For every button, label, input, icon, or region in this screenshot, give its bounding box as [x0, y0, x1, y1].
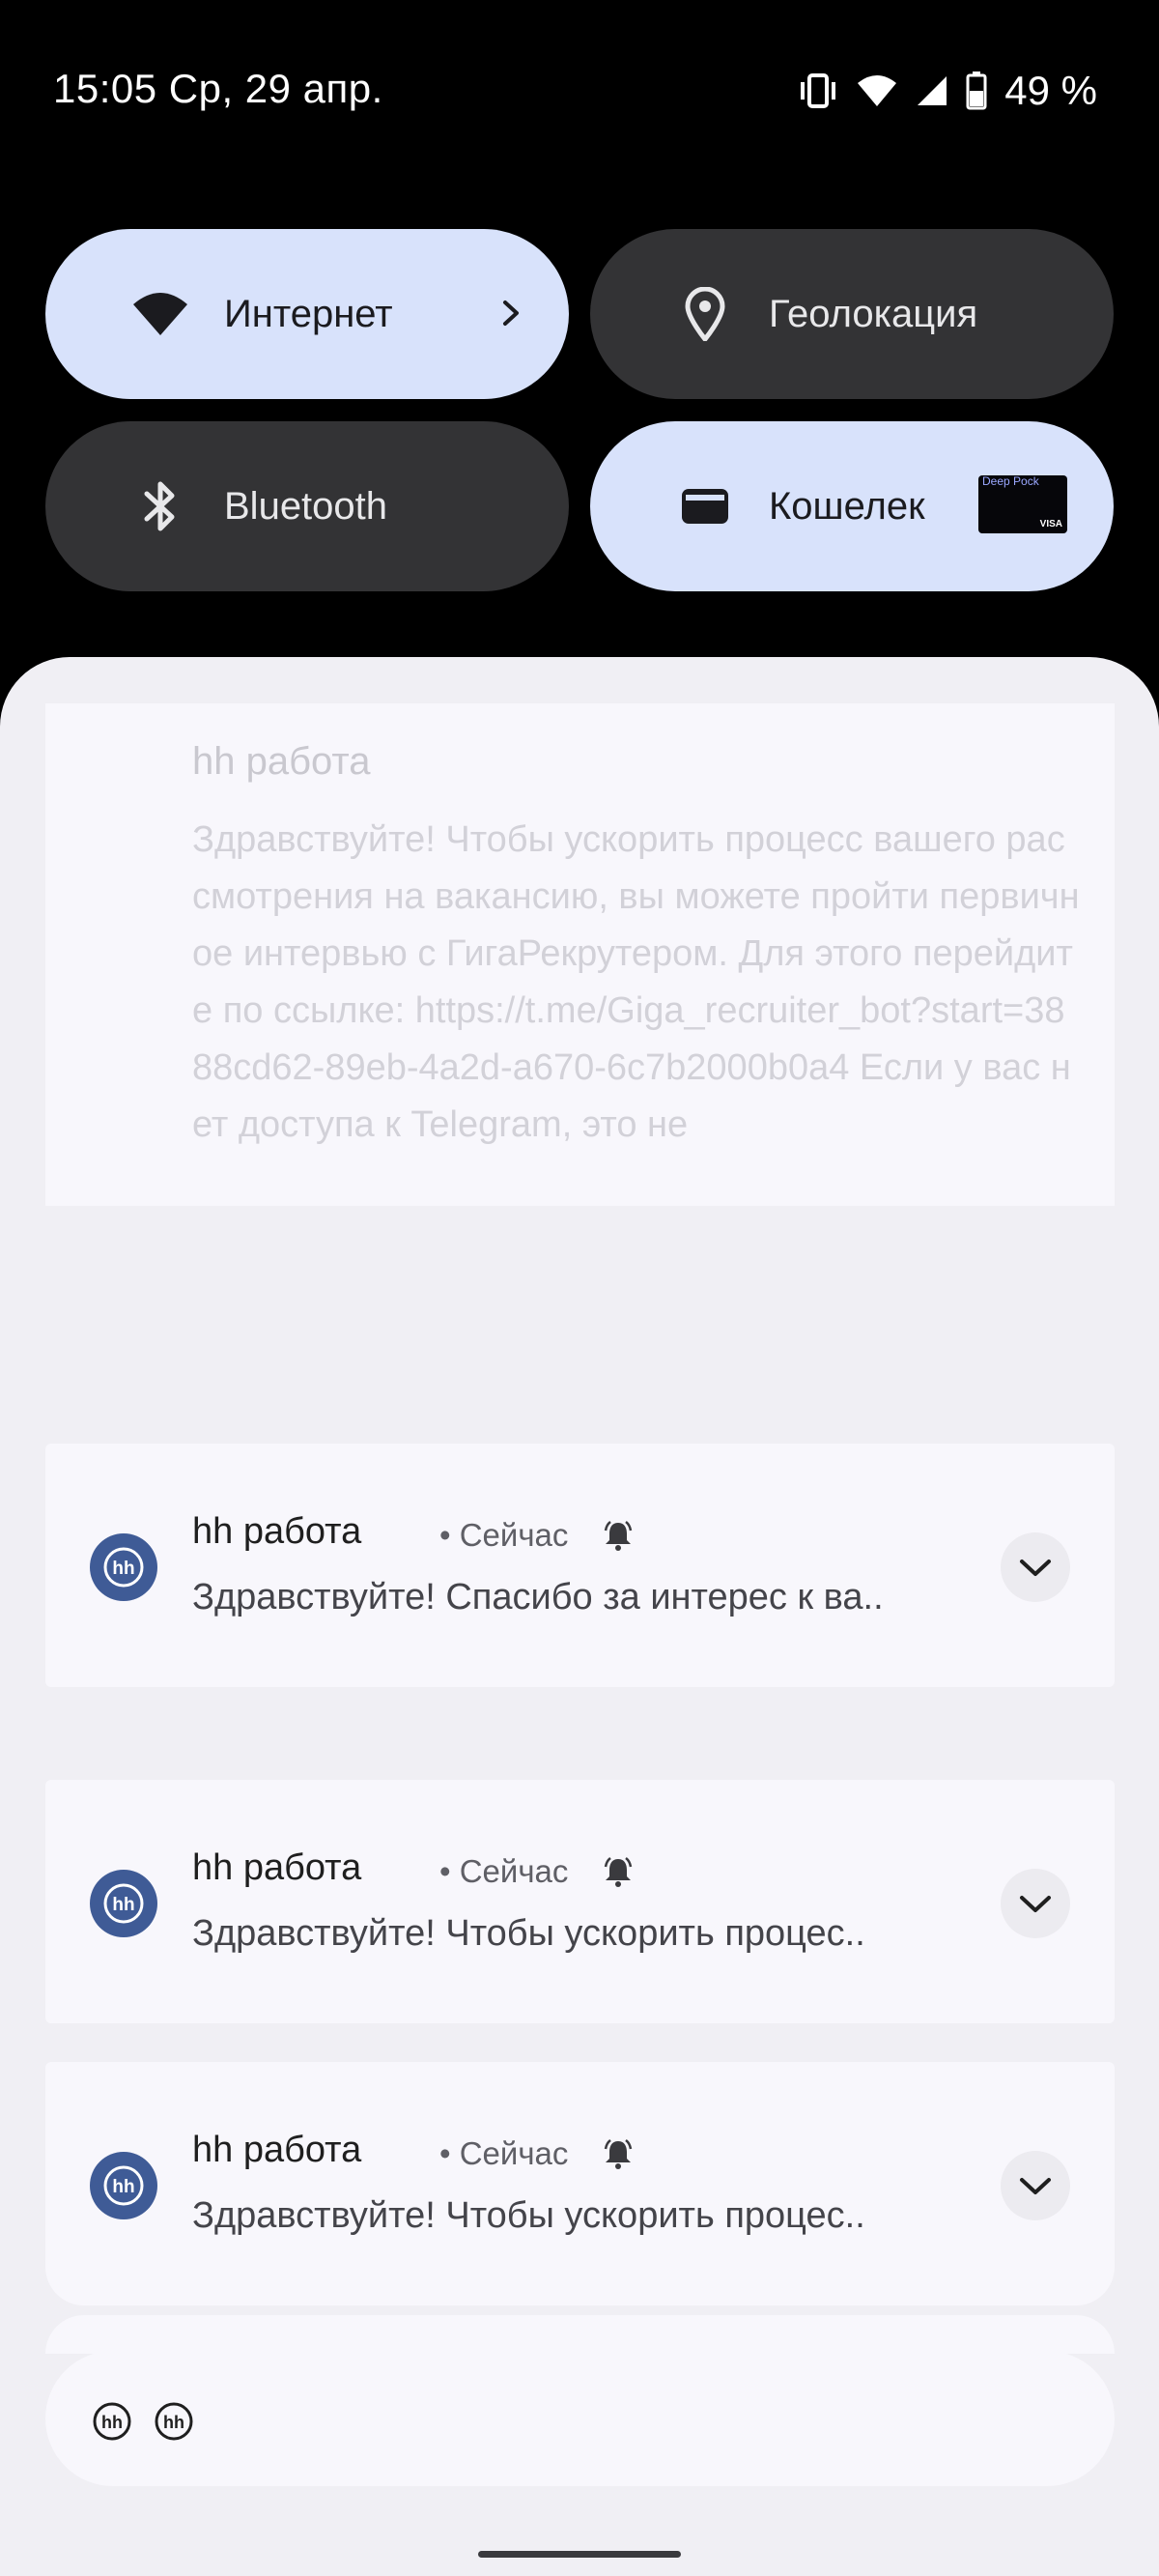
location-pin-icon — [676, 285, 734, 343]
wifi-icon — [131, 285, 189, 343]
notification-time: • Сейчас — [439, 1517, 569, 1553]
status-bar: 15:05 Ср, 29 апр. 49 % — [0, 0, 1159, 184]
expand-chevron-button[interactable] — [1001, 2151, 1070, 2220]
wallet-card-thumbnail: Deep Pock VISA — [978, 475, 1067, 533]
bell-alert-icon — [602, 1855, 635, 1893]
tile-bluetooth[interactable]: Bluetooth — [45, 421, 569, 591]
hh-icon: hh — [92, 2401, 132, 2442]
tile-internet[interactable]: Интернет — [45, 229, 569, 399]
stacked-notification-peek[interactable] — [45, 2315, 1115, 2354]
svg-text:hh: hh — [112, 1895, 134, 1915]
expanded-notification-faded[interactable]: hh работа Здравствуйте! Чтобы ускорить п… — [45, 703, 1115, 1206]
notification-text: Здравствуйте! Чтобы ускорить процес.. — [192, 2195, 865, 2236]
visa-logo: VISA — [1039, 519, 1062, 530]
status-time-date: 15:05 Ср, 29 апр. — [53, 66, 383, 111]
hh-icon: hh — [154, 2401, 194, 2442]
tile-label: Интернет — [224, 292, 393, 335]
notification-app-name: hh работа — [192, 1511, 362, 1552]
battery-icon — [966, 72, 987, 110]
wallet-card-art-text: Deep Pock — [982, 475, 1039, 488]
hh-app-icon: hh — [90, 1533, 157, 1601]
hh-app-icon: hh — [90, 2152, 157, 2219]
battery-percent: 49 % — [1004, 68, 1097, 113]
expand-chevron-button[interactable] — [1001, 1869, 1070, 1938]
expand-chevron-button[interactable] — [1001, 1532, 1070, 1602]
svg-text:hh: hh — [101, 2413, 123, 2432]
svg-text:hh: hh — [112, 1559, 134, 1579]
tile-label: Bluetooth — [224, 484, 388, 528]
bell-alert-icon — [602, 2137, 635, 2175]
vibrate-icon — [798, 72, 838, 109]
notification-app-name: hh работа — [192, 1847, 362, 1888]
notification-time: • Сейчас — [439, 1853, 569, 1889]
cell-signal-icon — [916, 74, 948, 107]
notification-item[interactable]: hh hh работа • Сейчас Здравствуйте! Чтоб… — [45, 1780, 1115, 2023]
bluetooth-icon — [131, 477, 189, 535]
chevron-right-icon[interactable] — [499, 289, 523, 342]
svg-text:hh: hh — [112, 2177, 134, 2197]
notification-item[interactable]: hh hh работа • Сейчас Здравствуйте! Спас… — [45, 1444, 1115, 1687]
notification-body: Здравствуйте! Чтобы ускорить процесс ваш… — [192, 819, 1080, 1145]
notification-time: • Сейчас — [439, 2135, 569, 2171]
notification-app-name: hh работа — [192, 740, 371, 783]
status-icons: 49 % — [798, 66, 1097, 116]
notification-app-name: hh работа — [192, 2130, 362, 2170]
notification-text: Здравствуйте! Спасибо за интерес к ва.. — [192, 1577, 884, 1617]
home-gesture-bar[interactable] — [478, 2551, 681, 2558]
tile-label: Геолокация — [769, 292, 978, 335]
tile-label: Кошелек — [769, 484, 925, 528]
svg-text:hh: hh — [163, 2413, 184, 2432]
notification-text: Здравствуйте! Чтобы ускорить процес.. — [192, 1913, 865, 1954]
bell-alert-icon — [602, 1519, 635, 1557]
notification-item[interactable]: hh hh работа • Сейчас Здравствуйте! Чтоб… — [45, 2062, 1115, 2305]
tile-wallet[interactable]: Кошелек Deep Pock VISA — [590, 421, 1114, 591]
tile-location[interactable]: Геолокация — [590, 229, 1114, 399]
hh-app-icon: hh — [90, 1870, 157, 1937]
wallet-icon — [676, 477, 734, 535]
notification-summary-bar[interactable]: hh hh — [45, 2351, 1115, 2486]
wifi-icon — [856, 73, 898, 108]
